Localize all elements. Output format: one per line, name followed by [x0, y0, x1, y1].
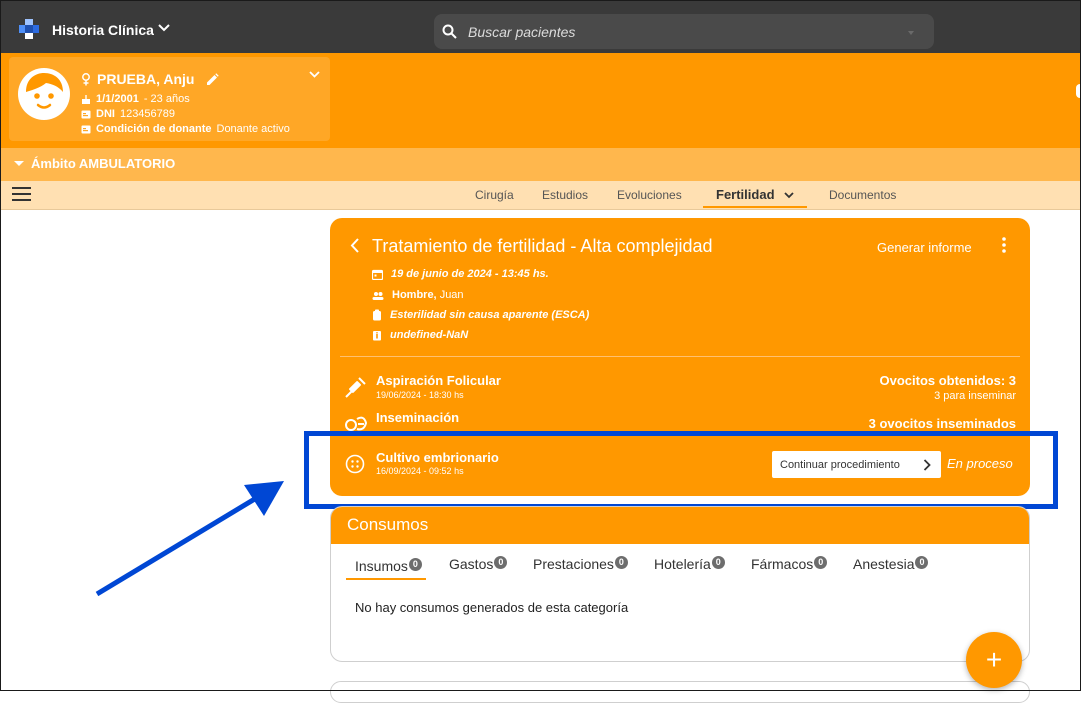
- more-vert-icon[interactable]: [1001, 237, 1007, 253]
- partner-row: Hombre, Juan: [372, 289, 464, 301]
- count-badge: 0: [494, 556, 508, 569]
- tab-gastos-label: Gastos: [449, 556, 494, 572]
- tab-evoluciones[interactable]: Evoluciones: [617, 188, 682, 202]
- tab-hoteleria-label: Hotelería: [654, 556, 711, 572]
- app-title[interactable]: Historia Clínica: [52, 22, 154, 38]
- next-card: [330, 681, 1030, 703]
- tab-anestesia[interactable]: Anestesia 0: [853, 556, 929, 572]
- back-arrow-icon[interactable]: [350, 238, 360, 253]
- patient-birth-row: 1/1/2001 - 23 años: [81, 93, 190, 105]
- patient-card[interactable]: PRUEBA, Anju 1/1/2001 - 23 años DNI 1234…: [9, 57, 330, 141]
- tab-farmacos-label: Fármacos: [751, 556, 814, 572]
- insemination-icon: [345, 416, 368, 431]
- extra-row: undefined-NaN: [372, 329, 468, 341]
- highlight-box: [304, 431, 1058, 509]
- treatment-date: 19 de junio de 2024 - 13:45 hs.: [391, 268, 549, 280]
- tab-fertilidad[interactable]: Fertilidad: [716, 187, 794, 202]
- ambito-label[interactable]: Ámbito AMBULATORIO: [31, 156, 175, 171]
- tab-farmacos[interactable]: Fármacos 0: [751, 556, 828, 572]
- avatar: [18, 68, 70, 120]
- tab-cirugia[interactable]: Cirugía: [475, 188, 514, 202]
- id-card-icon: [81, 125, 91, 133]
- count-badge: 0: [915, 556, 929, 569]
- diagnosis-row: Esterilidad sin causa aparente (ESCA): [372, 309, 589, 321]
- step-aspiracion-title: Aspiración Folicular: [376, 373, 501, 388]
- extra-info: undefined-NaN: [390, 329, 469, 341]
- consumos-card: Consumos: [330, 506, 1030, 662]
- side-handle[interactable]: [1076, 84, 1081, 98]
- divider: [340, 356, 1020, 357]
- tab-anestesia-label: Anestesia: [853, 556, 915, 572]
- treatment-date-row: 19 de junio de 2024 - 13:45 hs.: [372, 268, 549, 280]
- info-icon: [373, 331, 381, 341]
- step-inseminacion-title: Inseminación: [376, 410, 460, 425]
- search-icon: [442, 24, 457, 39]
- search-input[interactable]: [468, 23, 908, 41]
- tabs-bar: [0, 181, 1081, 210]
- count-badge: 0: [614, 556, 628, 569]
- active-tab-indicator: [703, 206, 807, 208]
- add-button[interactable]: +: [966, 632, 1022, 688]
- count-badge: 0: [711, 556, 725, 569]
- hamburger-menu-icon[interactable]: [12, 187, 31, 201]
- partner-label: Hombre,: [392, 289, 437, 301]
- people-icon: [372, 291, 384, 300]
- female-icon: [82, 72, 90, 85]
- calendar-icon: [372, 269, 383, 280]
- tab-prestaciones-label: Prestaciones: [533, 556, 614, 572]
- tab-insumos[interactable]: Insumos 0: [355, 558, 422, 574]
- tab-hoteleria[interactable]: Hotelería 0: [654, 556, 725, 572]
- patient-name: PRUEBA, Anju: [97, 71, 195, 87]
- count-badge: 0: [408, 558, 422, 571]
- step-aspiracion-date: 19/06/2024 - 18:30 hs: [376, 390, 464, 400]
- syringe-icon: [345, 377, 366, 398]
- edit-icon[interactable]: [206, 72, 220, 86]
- app-logo-icon: [19, 19, 39, 39]
- consumos-title: Consumos: [347, 515, 429, 534]
- count-badge: 0: [814, 556, 828, 569]
- patient-dni: 123456789: [119, 108, 176, 120]
- search-dropdown-icon[interactable]: [908, 31, 914, 35]
- diagnosis: Esterilidad sin causa aparente (ESCA): [390, 309, 590, 321]
- tab-fertilidad-label: Fertilidad: [716, 187, 775, 202]
- cake-icon: [82, 95, 90, 104]
- chevron-down-icon: [784, 192, 794, 199]
- tab-documentos[interactable]: Documentos: [829, 188, 896, 202]
- active-tab-indicator: [346, 578, 426, 580]
- patient-dni-label: DNI: [96, 108, 115, 120]
- chevron-down-icon[interactable]: [158, 24, 170, 32]
- tab-gastos[interactable]: Gastos 0: [449, 556, 508, 572]
- treatment-title: Tratamiento de fertilidad - Alta complej…: [372, 236, 713, 256]
- ovocitos-inseminados: 3 ovocitos inseminados: [868, 416, 1016, 431]
- patient-donor-value: Donante activo: [216, 123, 290, 135]
- diagnosis-icon: [373, 309, 381, 321]
- partner-name: Juan: [439, 289, 464, 301]
- caret-down-icon[interactable]: [14, 161, 24, 166]
- id-card-icon: [81, 110, 91, 118]
- tab-prestaciones[interactable]: Prestaciones 0: [533, 556, 628, 572]
- tab-estudios[interactable]: Estudios: [542, 188, 588, 202]
- consumos-header: Consumos: [331, 507, 1029, 544]
- tab-insumos-label: Insumos: [355, 558, 408, 574]
- ovocitos-obtenidos: Ovocitos obtenidos: 3: [879, 373, 1016, 388]
- chevron-down-icon[interactable]: [309, 71, 320, 78]
- patient-dni-row: DNI 123456789: [81, 108, 175, 120]
- patient-donor-row: Condición de donante Donante activo: [81, 123, 290, 135]
- patient-birth: 1/1/2001: [96, 93, 139, 105]
- patient-age: - 23 años: [143, 93, 190, 105]
- generate-report-button[interactable]: Generar informe: [877, 240, 972, 255]
- patient-name-row: PRUEBA, Anju: [81, 71, 220, 87]
- ovocitos-para-inseminar: 3 para inseminar: [934, 390, 1016, 402]
- empty-message: No hay consumos generados de esta catego…: [355, 600, 629, 615]
- search-bar[interactable]: [434, 14, 934, 49]
- patient-donor-label: Condición de donante: [96, 123, 212, 135]
